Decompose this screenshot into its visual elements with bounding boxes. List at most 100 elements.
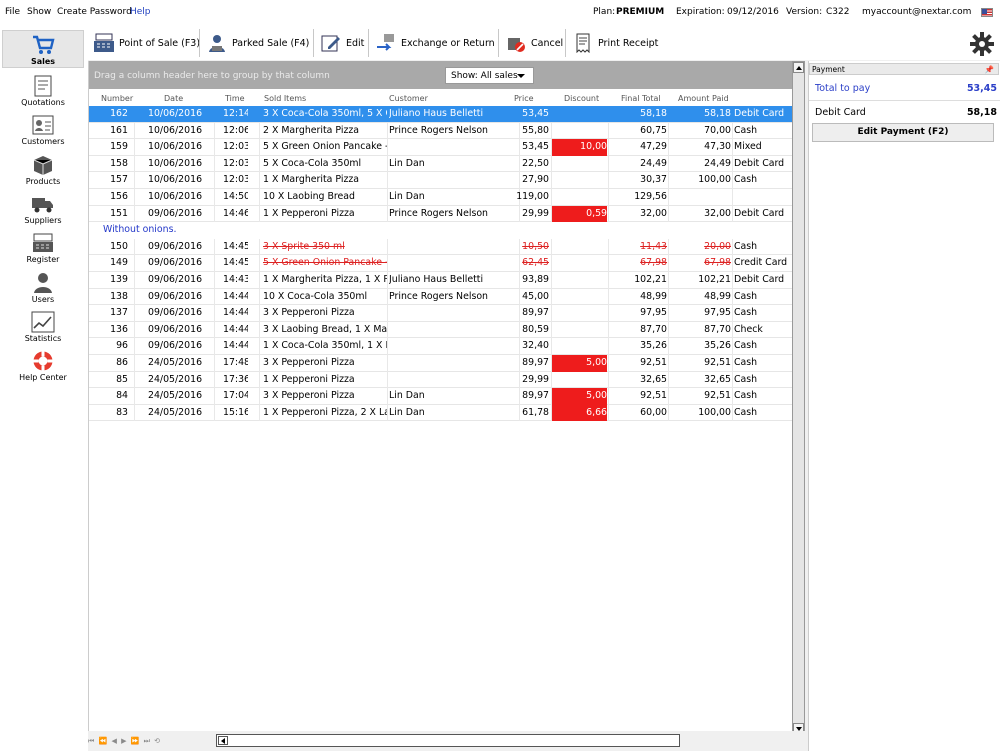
cell-method: Cash bbox=[734, 356, 758, 368]
cell-paid: 32,65 bbox=[704, 373, 731, 385]
cell-divider bbox=[668, 188, 669, 206]
print-receipt-button[interactable]: Print Receipt bbox=[569, 28, 661, 58]
table-row[interactable]: 86 24/05/2016 17:48 3 X Pepperoni Pizza 89,9… bbox=[89, 354, 793, 372]
sidebar-item-sales[interactable]: Sales bbox=[2, 30, 84, 68]
account-email[interactable]: myaccount@nextar.com bbox=[862, 7, 971, 17]
settings-button[interactable] bbox=[967, 30, 997, 58]
table-row[interactable]: 151 09/06/2016 14:46 1 X Pepperoni Pizza Pri… bbox=[89, 205, 793, 223]
cell-paid: 100,00 bbox=[698, 174, 731, 186]
column-header-amount-paid[interactable]: Amount Paid bbox=[678, 94, 729, 103]
column-header-time[interactable]: Time bbox=[225, 94, 245, 103]
table-row[interactable]: 85 24/05/2016 17:36 1 X Pepperoni Pizza 29,9… bbox=[89, 371, 793, 389]
pager-navigation[interactable]: ⏮ ⏪ ◀ ▶ ⏩ ⏭ ⟲ bbox=[88, 737, 161, 746]
payment-method-label: Debit Card bbox=[815, 107, 866, 118]
table-row[interactable]: 156 10/06/2016 14:50 10 X Laobing Bread Lin … bbox=[89, 188, 793, 206]
cell-divider bbox=[214, 255, 215, 272]
cell-date: 09/06/2016 bbox=[148, 240, 203, 252]
cell-time: 14:44 bbox=[223, 340, 248, 352]
horizontal-scrollbar[interactable] bbox=[216, 734, 680, 747]
cell-divider bbox=[259, 238, 260, 256]
table-row[interactable]: 157 10/06/2016 12:03 1 X Margherita Pizza 27… bbox=[89, 172, 793, 189]
cell-divider bbox=[387, 122, 388, 140]
show-filter-dropdown[interactable]: Show: All sales bbox=[445, 67, 534, 84]
cell-final: 32,00 bbox=[640, 207, 667, 219]
cell-divider bbox=[134, 288, 135, 306]
cell-paid: 48,99 bbox=[704, 290, 731, 302]
total-to-pay-row: Total to pay 53,45 bbox=[815, 83, 997, 94]
menu-file[interactable]: File bbox=[5, 7, 20, 17]
menu-help[interactable]: Help bbox=[130, 7, 151, 17]
cell-divider bbox=[732, 321, 733, 339]
edit-payment-button[interactable]: Edit Payment (F2) bbox=[812, 123, 994, 142]
column-header-sold-items[interactable]: Sold Items bbox=[264, 94, 306, 103]
scroll-up-icon[interactable] bbox=[793, 62, 804, 73]
column-header-final-total[interactable]: Final Total bbox=[621, 94, 661, 103]
table-row[interactable]: 96 09/06/2016 14:44 1 X Coca-Cola 350ml, 1 … bbox=[89, 338, 793, 355]
payment-panel: Payment 📌 Total to pay 53,45 Debit Card … bbox=[808, 61, 1000, 751]
column-header-discount[interactable]: Discount bbox=[564, 94, 599, 103]
exchange-return-button[interactable]: Exchange or Return bbox=[372, 28, 498, 58]
cancel-label: Cancel bbox=[531, 37, 564, 49]
cell-divider bbox=[732, 338, 733, 355]
table-row[interactable]: 83 24/05/2016 15:16 1 X Pepperoni Pizza, 2 … bbox=[89, 404, 793, 422]
parked-sale-button[interactable]: Parked Sale (F4) bbox=[203, 28, 312, 58]
cell-divider bbox=[732, 305, 733, 322]
cell-divider bbox=[387, 172, 388, 189]
cell-number: 96 bbox=[116, 340, 128, 352]
cell-number: 159 bbox=[110, 141, 128, 153]
table-row[interactable]: 159 10/06/2016 12:03 5 X Green Onion Pancak… bbox=[89, 139, 793, 156]
cell-divider bbox=[214, 338, 215, 355]
cell-paid: 20,00 bbox=[704, 240, 731, 252]
cell-paid: 97,95 bbox=[704, 307, 731, 319]
sidebar-item-users[interactable]: Users bbox=[2, 269, 84, 307]
sidebar-item-suppliers[interactable]: Suppliers bbox=[2, 190, 84, 228]
cell-divider bbox=[134, 255, 135, 272]
table-row[interactable]: 162 10/06/2016 12:14 3 X Coca-Cola 350ml, 5… bbox=[89, 106, 793, 123]
cell-time: 17:48 bbox=[223, 356, 248, 368]
table-row[interactable]: 161 10/06/2016 12:06 2 X Margherita Pizza Pr… bbox=[89, 122, 793, 140]
menu-show[interactable]: Show bbox=[27, 7, 51, 17]
cell-date: 09/06/2016 bbox=[148, 273, 203, 285]
edit-button[interactable]: Edit bbox=[317, 28, 367, 58]
divider bbox=[809, 100, 1000, 101]
menu-create-password[interactable]: Create Password bbox=[57, 7, 132, 17]
cell-price: 93,89 bbox=[522, 273, 549, 285]
sidebar-item-help-center[interactable]: Help Center bbox=[2, 347, 84, 385]
column-header-price[interactable]: Price bbox=[514, 94, 534, 103]
table-row[interactable]: 150 09/06/2016 14:45 3 X Sprite 350 ml 10,50… bbox=[89, 238, 793, 256]
sidebar-item-register[interactable]: Register bbox=[2, 229, 84, 267]
table-row[interactable]: 138 09/06/2016 14:44 10 X Coca-Cola 350ml Pr… bbox=[89, 288, 793, 306]
cell-time: 14:43 bbox=[223, 273, 248, 285]
cell-items: 1 X Pepperoni Pizza bbox=[263, 373, 355, 385]
table-row[interactable]: 136 09/06/2016 14:44 3 X Laobing Bread, 1 X… bbox=[89, 321, 793, 339]
sidebar-item-quotations[interactable]: Quotations bbox=[2, 72, 84, 110]
table-row[interactable]: 139 09/06/2016 14:43 1 X Margherita Pizza, … bbox=[89, 271, 793, 289]
column-header-number[interactable]: Number bbox=[101, 94, 133, 103]
us-flag-icon[interactable] bbox=[981, 8, 993, 17]
cancel-button[interactable]: Cancel bbox=[502, 28, 566, 58]
user-icon bbox=[34, 273, 52, 293]
point-of-sale-button[interactable]: Point of Sale (F3) bbox=[90, 28, 203, 58]
scroll-left-icon[interactable] bbox=[218, 736, 228, 745]
cell-number: 150 bbox=[110, 240, 128, 252]
cell-price: 32,40 bbox=[522, 340, 549, 352]
cell-final: 11,43 bbox=[640, 240, 667, 252]
table-row[interactable]: 158 10/06/2016 12:03 5 X Coca-Cola 350ml Lin… bbox=[89, 155, 793, 173]
table-row[interactable]: 137 09/06/2016 14:44 3 X Pepperoni Pizza 89,… bbox=[89, 305, 793, 322]
sidebar-item-label: Users bbox=[31, 295, 55, 304]
cell-number: 161 bbox=[110, 124, 128, 136]
sales-rows: 162 10/06/2016 12:14 3 X Coca-Cola 350ml, 5… bbox=[89, 106, 793, 422]
table-row[interactable]: 149 09/06/2016 14:45 5 X Green Onion Pancak… bbox=[89, 255, 793, 272]
group-panel[interactable]: Drag a column header here to group by th… bbox=[89, 61, 793, 89]
sidebar-item-customers[interactable]: Customers bbox=[2, 111, 84, 149]
cell-divider bbox=[259, 354, 260, 372]
table-row[interactable]: 84 24/05/2016 17:04 3 X Pepperoni Pizza Lin … bbox=[89, 388, 793, 405]
pin-icon[interactable]: 📌 bbox=[985, 65, 994, 74]
sidebar-item-products[interactable]: Products bbox=[2, 151, 84, 189]
column-header-date[interactable]: Date bbox=[164, 94, 183, 103]
sidebar-item-statistics[interactable]: Statistics bbox=[2, 308, 84, 346]
vertical-scrollbar[interactable] bbox=[792, 61, 805, 735]
cell-divider bbox=[214, 238, 215, 256]
sidebar-item-label: Customers bbox=[21, 137, 65, 146]
column-header-customer[interactable]: Customer bbox=[389, 94, 428, 103]
